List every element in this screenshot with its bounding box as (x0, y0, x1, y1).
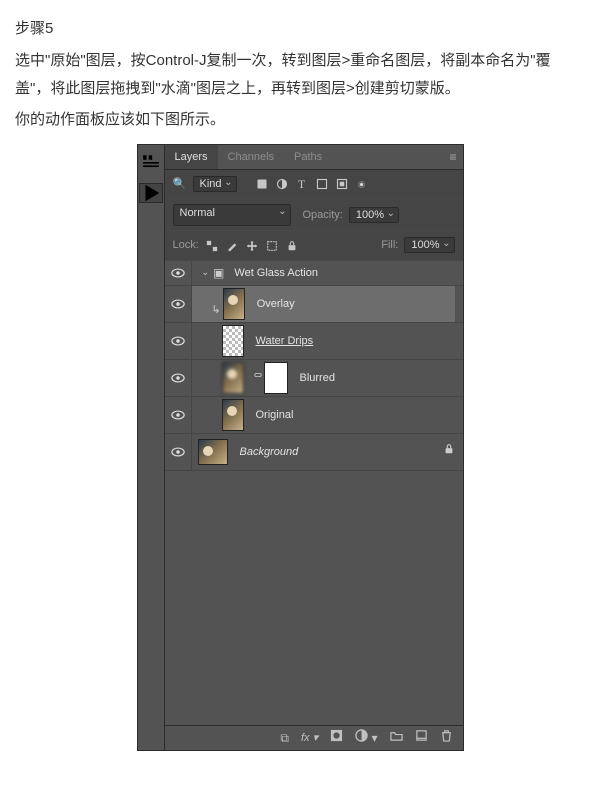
layer-name[interactable]: Wet Glass Action (234, 263, 318, 283)
lock-paint-icon[interactable] (225, 239, 239, 253)
lock-transparent-icon[interactable] (205, 239, 219, 253)
opacity-label: Opacity: (303, 205, 343, 225)
mask-link-icon[interactable] (254, 368, 262, 387)
opacity-value[interactable]: 100% (349, 207, 399, 223)
clip-mask-icon: ↳ (212, 300, 221, 320)
layer-name[interactable]: Blurred (300, 368, 335, 388)
layer-mask-icon[interactable] (330, 727, 343, 749)
visibility-toggle[interactable] (165, 323, 192, 359)
side-toolbar (138, 145, 165, 750)
filter-pixel-icon[interactable] (255, 177, 269, 191)
filter-toggle-icon[interactable] (355, 177, 369, 191)
new-layer-icon[interactable] (415, 727, 428, 749)
layers-panel-screenshot: Layers Channels Paths ≡ 🔍 Kind T (15, 144, 585, 751)
visibility-toggle[interactable] (165, 360, 192, 396)
adjustment-layer-icon[interactable]: ▾ (355, 727, 377, 749)
filter-adjust-icon[interactable] (275, 177, 289, 191)
group-disclosure-icon[interactable]: ⌄ (202, 264, 210, 281)
panel-bottom-bar: ⧉ fx ▾ ▾ (165, 725, 463, 750)
lock-all-icon[interactable] (285, 239, 299, 253)
fill-value[interactable]: 100% (404, 237, 454, 253)
layer-thumbnail[interactable] (222, 362, 244, 394)
layer-thumbnail[interactable] (222, 399, 244, 431)
blend-mode-select[interactable]: Normal (173, 204, 291, 226)
play-button[interactable] (139, 183, 163, 203)
layer-row-blurred[interactable]: Blurred (165, 360, 463, 397)
layers-list: ⌄ ▣ Wet Glass Action ↳ Overlay (165, 261, 463, 725)
visibility-toggle[interactable] (165, 286, 192, 322)
visibility-toggle[interactable] (165, 261, 192, 285)
layer-name[interactable]: Overlay (257, 294, 295, 314)
search-icon[interactable]: 🔍 (173, 177, 187, 191)
panel-tab-bar: Layers Channels Paths ≡ (165, 145, 463, 170)
instruction-paragraph-2: 你的动作面板应该如下图所示。 (15, 106, 585, 134)
filter-row: 🔍 Kind T (165, 170, 463, 199)
filter-shape-icon[interactable] (315, 177, 329, 191)
layer-name[interactable]: Water Drips (256, 331, 314, 351)
filter-type-icon[interactable]: T (295, 177, 309, 191)
tab-channels[interactable]: Channels (218, 145, 284, 169)
layer-row-background[interactable]: Background (165, 434, 463, 471)
link-layers-icon[interactable]: ⧉ (280, 727, 289, 749)
folder-icon: ▣ (213, 262, 224, 284)
timeline-icon[interactable] (142, 153, 160, 171)
tab-paths[interactable]: Paths (284, 145, 332, 169)
lock-row: Lock: Fill: 100% (165, 231, 463, 260)
filter-kind-select[interactable]: Kind (193, 176, 237, 192)
panel-menu-icon[interactable]: ≡ (449, 146, 462, 168)
layer-name[interactable]: Background (240, 442, 299, 462)
layer-row-original[interactable]: Original (165, 397, 463, 434)
visibility-toggle[interactable] (165, 397, 192, 433)
layer-row-water-drips[interactable]: Water Drips (165, 323, 463, 360)
layer-group-row[interactable]: ⌄ ▣ Wet Glass Action (165, 261, 463, 286)
step-title: 步骤5 (15, 15, 585, 43)
new-group-icon[interactable] (390, 727, 403, 749)
lock-move-icon[interactable] (245, 239, 259, 253)
instruction-paragraph-1: 选中"原始"图层，按Control-J复制一次，转到图层>重命名图层，将副本命名… (15, 47, 585, 103)
blend-row: Normal Opacity: 100% (165, 199, 463, 231)
lock-artboard-icon[interactable] (265, 239, 279, 253)
tab-layers[interactable]: Layers (165, 145, 218, 169)
layer-name[interactable]: Original (256, 405, 294, 425)
layer-thumbnail[interactable] (223, 288, 245, 320)
lock-label: Lock: (173, 235, 199, 255)
layer-thumbnail[interactable] (198, 439, 228, 465)
layer-thumbnail[interactable] (222, 325, 244, 357)
layer-row-overlay[interactable]: ↳ Overlay (165, 286, 463, 323)
filter-smartobj-icon[interactable] (335, 177, 349, 191)
visibility-toggle[interactable] (165, 434, 192, 470)
delete-layer-icon[interactable] (440, 727, 453, 749)
lock-icon[interactable] (443, 442, 455, 462)
layer-fx-icon[interactable]: fx ▾ (301, 728, 318, 748)
layer-mask-thumbnail[interactable] (264, 362, 288, 394)
fill-label: Fill: (381, 235, 398, 255)
